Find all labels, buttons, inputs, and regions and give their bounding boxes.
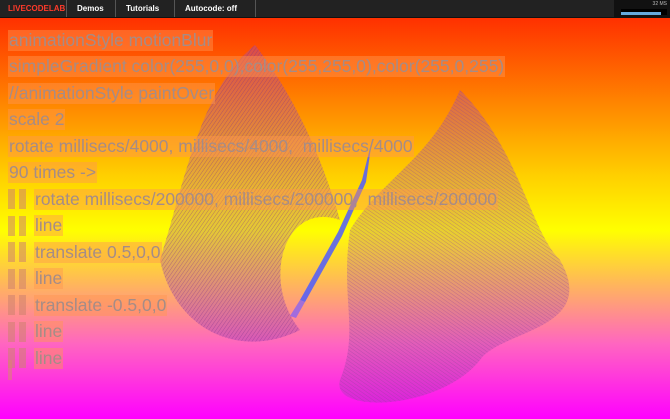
indent-guide (8, 321, 26, 342)
code-line-9[interactable]: translate 0.5,0,0 (34, 241, 162, 263)
menu-tutorials[interactable]: Tutorials (116, 0, 175, 17)
indent-guide (8, 268, 26, 289)
indent-guide (8, 215, 26, 236)
menu-autocode[interactable]: Autocode: off (175, 0, 256, 17)
code-line-4[interactable]: scale 2 (8, 109, 66, 131)
top-menu-bar: LIVECODELAB Demos Tutorials Autocode: of… (0, 0, 670, 18)
code-line-7[interactable]: rotate millisecs/200000, millisecs/20000… (34, 188, 499, 210)
text-cursor (8, 360, 12, 380)
code-line-12[interactable]: line (34, 321, 64, 343)
code-line-3[interactable]: //animationStyle paintOver (8, 82, 216, 104)
code-line-11[interactable]: translate -0.5,0,0 (34, 294, 168, 316)
code-line-6[interactable]: 90 times -> (8, 162, 98, 184)
code-line-5[interactable]: rotate millisecs/4000, millisecs/4000, m… (8, 135, 414, 157)
code-line-8[interactable]: line (34, 215, 64, 237)
menu-demos[interactable]: Demos (67, 0, 116, 17)
code-line-13[interactable]: line (34, 347, 64, 369)
code-line-1[interactable]: animationStyle motionBlur (8, 29, 214, 51)
frame-stats-bar (621, 9, 667, 15)
indent-guide (8, 295, 26, 316)
indent-guide (8, 189, 26, 210)
code-editor[interactable]: animationStyle motionBlur simpleGradient… (8, 27, 506, 372)
code-line-2[interactable]: simpleGradient color(255,0,0),color(255,… (8, 56, 506, 78)
indent-guide (8, 242, 26, 263)
code-line-10[interactable]: line (34, 268, 64, 290)
frame-stats-widget: 32 MS (614, 0, 670, 17)
frame-stats-fill (621, 12, 661, 15)
brand-logo[interactable]: LIVECODELAB (0, 0, 67, 17)
frame-stats-label: 32 MS (652, 1, 667, 7)
